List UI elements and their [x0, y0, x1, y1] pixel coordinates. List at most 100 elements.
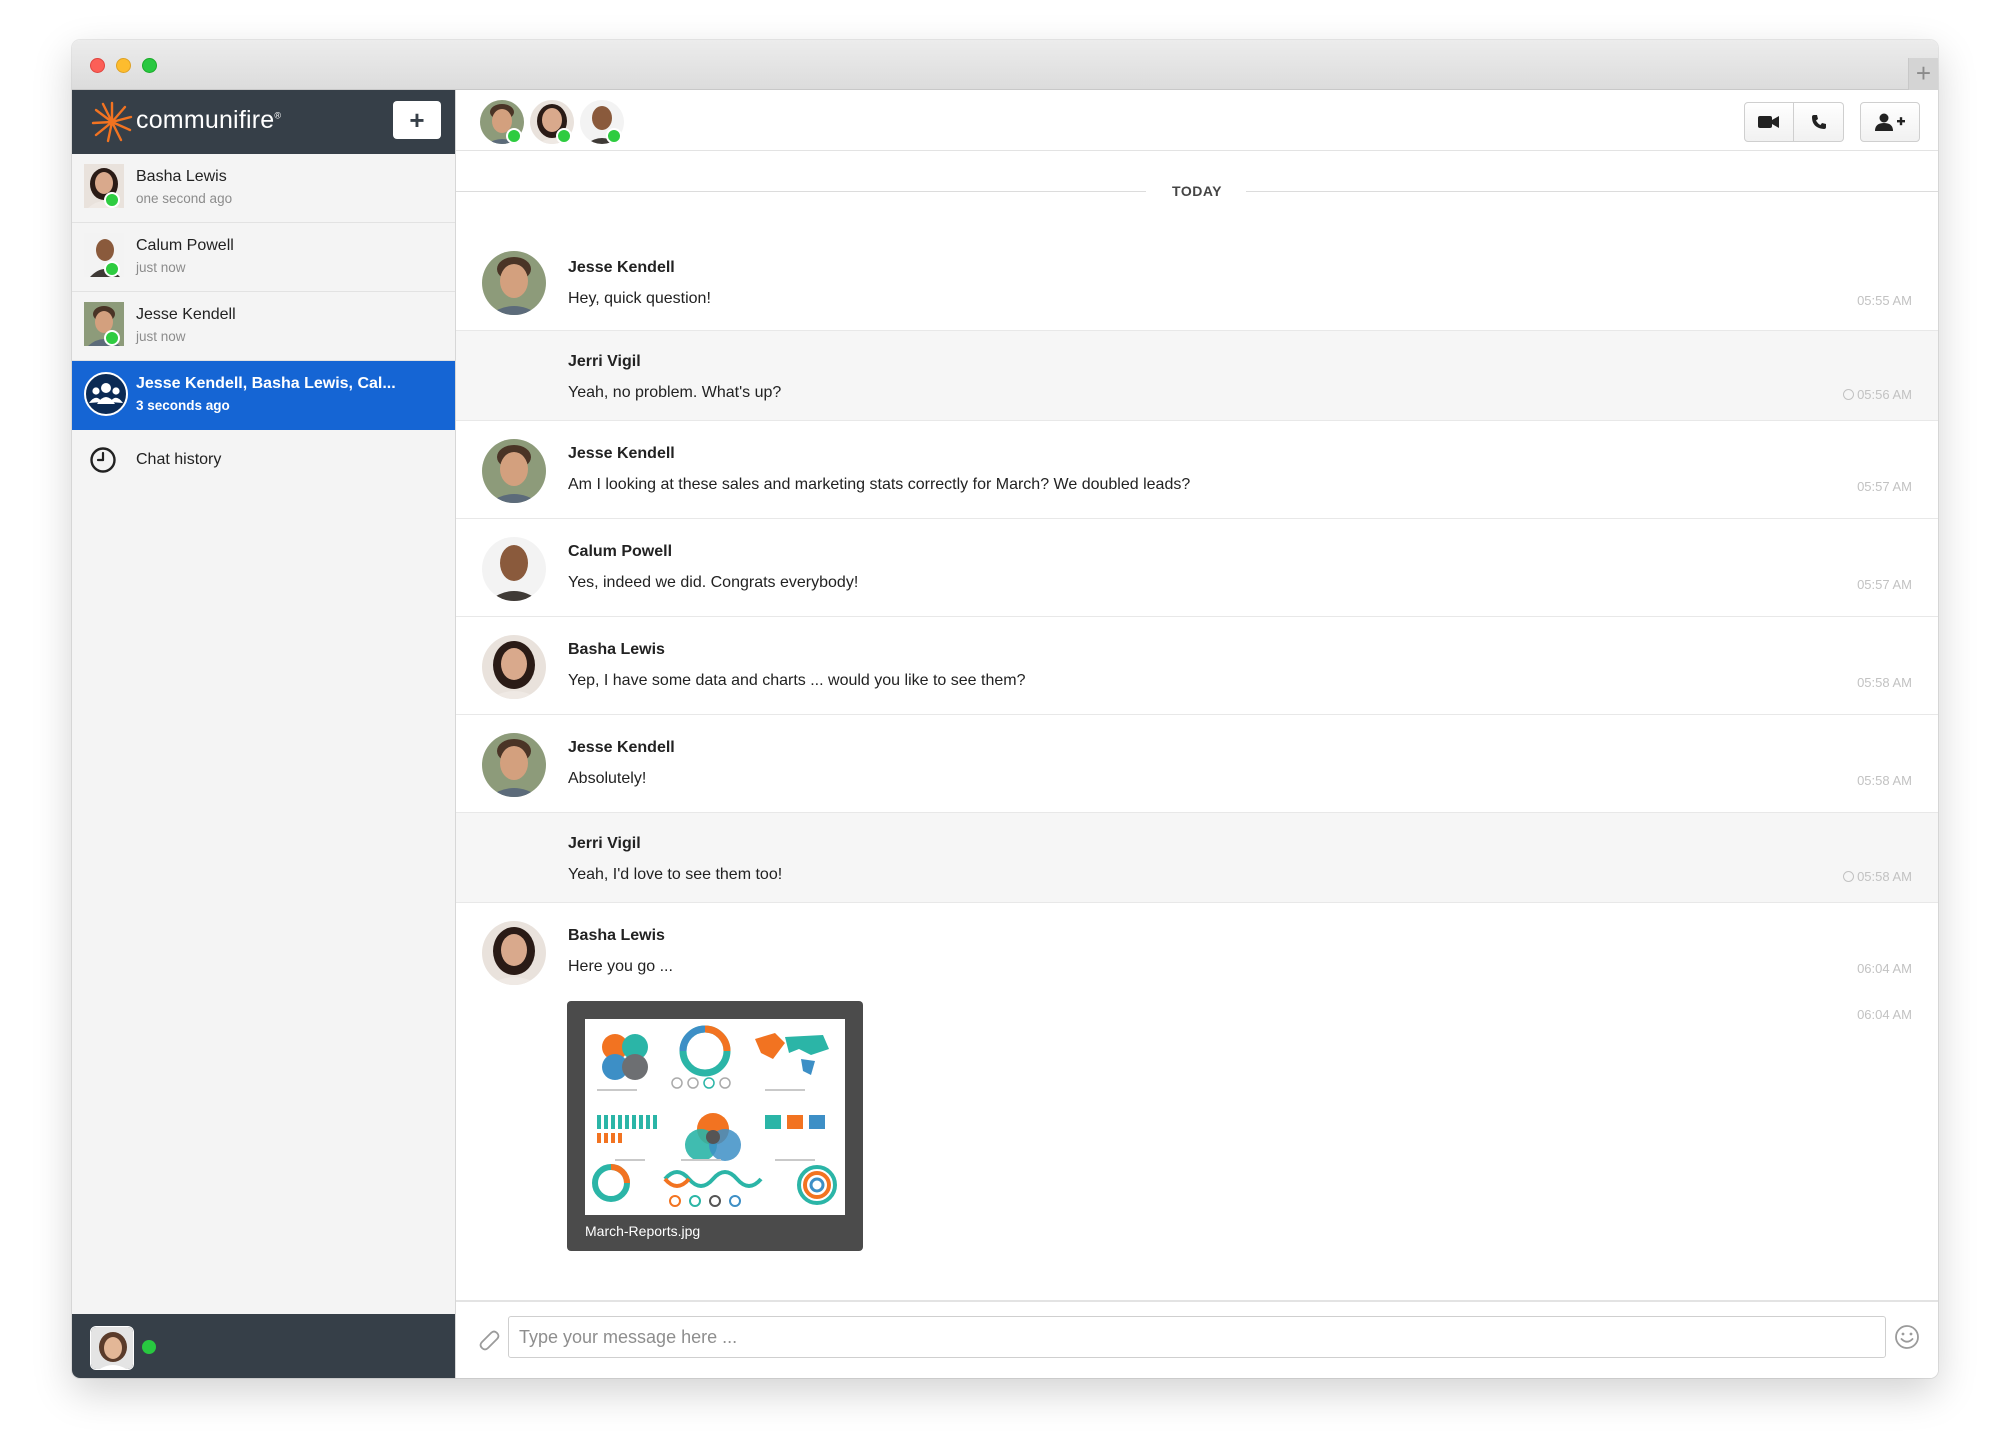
message: Jesse Kendell Hey, quick question! 05:55…: [456, 233, 1938, 331]
sidebar: communifire® + Basha Lewis one second ag…: [72, 90, 456, 1378]
contact-last-seen: just now: [136, 329, 186, 344]
emoji-icon[interactable]: [1894, 1324, 1920, 1350]
title-bar: +: [72, 40, 1938, 90]
contact-last-seen: one second ago: [136, 191, 233, 206]
avatar: [482, 537, 546, 601]
voice-call-button[interactable]: [1794, 102, 1844, 142]
app-window: + communifire® + Basha Lewis one second …: [72, 40, 1938, 1378]
message-text: Yeah, no problem. What's up?: [568, 384, 782, 401]
avatar: [84, 233, 128, 279]
message-time: 05:57 AM: [1857, 479, 1912, 494]
message-time: 05:58 AM: [1857, 773, 1912, 788]
message-time: 05:55 AM: [1857, 293, 1912, 308]
current-user-bar: [72, 1314, 455, 1378]
message-text: Hey, quick question!: [568, 290, 711, 307]
message-author: Basha Lewis: [568, 927, 665, 944]
message-time-value: 05:58 AM: [1857, 869, 1912, 884]
online-status-icon: [104, 261, 120, 277]
add-user-group: [1860, 102, 1920, 142]
contact-jesse-kendell[interactable]: Jesse Kendell just now: [72, 292, 455, 361]
chat-header: [456, 90, 1938, 150]
message-text: Yes, indeed we did. Congrats everybody!: [568, 574, 859, 591]
message-own: Jerri Vigil Yeah, I'd love to see them t…: [456, 813, 1938, 903]
message: Jesse Kendell Am I looking at these sale…: [456, 421, 1938, 519]
message-time: 06:04 AM: [1857, 961, 1912, 976]
message: Calum Powell Yes, indeed we did. Congrat…: [456, 519, 1938, 617]
delivered-check-icon: [1843, 871, 1855, 882]
message-text: Yep, I have some data and charts ... wou…: [568, 672, 1026, 689]
message-text: Here you go ...: [568, 958, 673, 975]
online-status-icon: [104, 330, 120, 346]
online-status-icon: [556, 128, 572, 144]
group-icon: [84, 372, 128, 416]
add-user-icon: [1875, 113, 1905, 131]
video-camera-icon: [1758, 116, 1779, 128]
message-own: Jerri Vigil Yeah, no problem. What's up?…: [456, 331, 1938, 421]
contact-basha-lewis[interactable]: Basha Lewis one second ago: [72, 154, 455, 223]
date-divider: TODAY: [456, 181, 1938, 201]
attachment-time: 06:04 AM: [1857, 1007, 1912, 1022]
message-author: Jesse Kendell: [568, 445, 675, 462]
message-time: 05:56 AM: [1843, 387, 1912, 402]
message-composer: [456, 1300, 1938, 1378]
online-status-icon: [104, 192, 120, 208]
brand-bar: communifire® +: [72, 90, 455, 154]
message-input[interactable]: [508, 1316, 1886, 1358]
participant-avatar[interactable]: [580, 100, 624, 144]
avatar: [84, 164, 128, 210]
message: Jesse Kendell Absolutely! 05:58 AM: [456, 715, 1938, 813]
avatar: [482, 921, 546, 985]
new-chat-button[interactable]: +: [393, 101, 441, 139]
avatar: [482, 733, 546, 797]
delivered-check-icon: [1843, 389, 1855, 400]
add-user-button[interactable]: [1860, 102, 1920, 142]
message-text: Absolutely!: [568, 770, 647, 787]
contact-last-seen: just now: [136, 260, 186, 275]
clock-icon: [90, 447, 116, 473]
message-author: Calum Powell: [568, 543, 673, 560]
message: Basha Lewis Yep, I have some data and ch…: [456, 617, 1938, 715]
message-time-value: 05:56 AM: [1857, 387, 1912, 402]
contact-calum-powell[interactable]: Calum Powell just now: [72, 223, 455, 292]
message-time: 05:58 AM: [1857, 675, 1912, 690]
avatar: [482, 251, 546, 315]
video-call-button[interactable]: [1744, 102, 1794, 142]
contact-last-seen: 3 seconds ago: [136, 398, 230, 413]
message-author: Jesse Kendell: [568, 739, 675, 756]
message-time: 05:58 AM: [1843, 869, 1912, 884]
contact-name: Basha Lewis: [136, 168, 227, 185]
message-time: 05:57 AM: [1857, 577, 1912, 592]
current-user-avatar[interactable]: [90, 1326, 134, 1370]
message-text: Am I looking at these sales and marketin…: [568, 476, 1191, 493]
participant-avatar[interactable]: [480, 100, 524, 144]
message-author: Jesse Kendell: [568, 259, 675, 276]
participant-avatar[interactable]: [530, 100, 574, 144]
phone-icon: [1811, 115, 1826, 129]
online-status-icon: [142, 1340, 156, 1354]
new-window-button[interactable]: +: [1908, 58, 1938, 90]
message-list[interactable]: TODAY Jesse Kendell Hey, quick question!…: [456, 150, 1938, 1300]
image-attachment[interactable]: March-Reports.jpg: [567, 1001, 863, 1251]
communifire-logo: [91, 101, 133, 143]
attachment-filename[interactable]: March-Reports.jpg: [585, 1223, 700, 1239]
message-author: Jerri Vigil: [568, 835, 641, 852]
attachment-thumbnail[interactable]: [585, 1019, 845, 1215]
minimize-window-button[interactable]: [116, 58, 131, 73]
contact-name: Jesse Kendell, Basha Lewis, Cal...: [136, 375, 396, 392]
close-window-button[interactable]: [90, 58, 105, 73]
contact-name: Jesse Kendell: [136, 306, 236, 323]
contact-group-chat[interactable]: Jesse Kendell, Basha Lewis, Cal... 3 sec…: [72, 361, 455, 430]
message: Basha Lewis Here you go ... 06:04 AM 06:…: [456, 903, 1938, 1273]
online-status-icon: [506, 128, 522, 144]
maximize-window-button[interactable]: [142, 58, 157, 73]
chat-history-link[interactable]: Chat history: [72, 430, 455, 490]
message-author: Basha Lewis: [568, 641, 665, 658]
contact-name: Calum Powell: [136, 237, 234, 254]
online-status-icon: [606, 128, 622, 144]
paperclip-icon[interactable]: [476, 1326, 502, 1352]
avatar: [482, 635, 546, 699]
infographic-preview-image: [585, 1019, 845, 1215]
avatar: [482, 439, 546, 503]
avatar: [84, 302, 128, 348]
message-author: Jerri Vigil: [568, 353, 641, 370]
